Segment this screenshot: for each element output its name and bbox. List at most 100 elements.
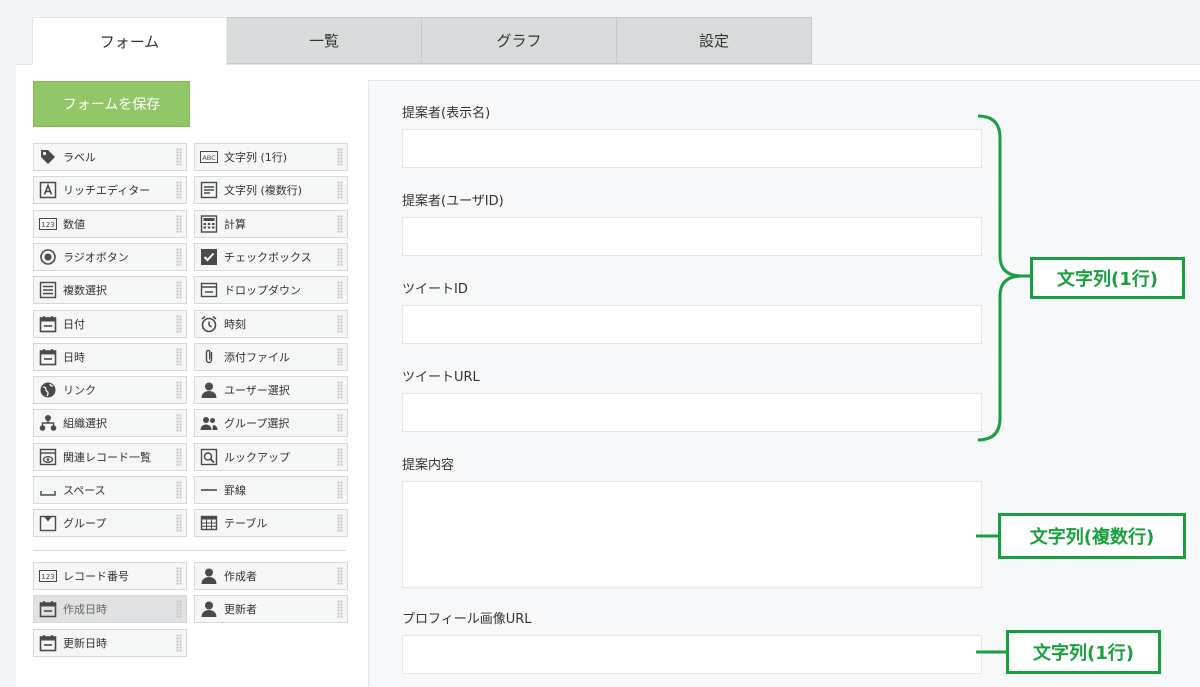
palette-item-left-1[interactable]: リッチエディター	[33, 176, 187, 205]
drag-handle-icon[interactable]	[337, 447, 343, 466]
users-icon	[200, 414, 218, 432]
drag-handle-icon[interactable]	[176, 600, 182, 619]
palette-item-label: 時刻	[224, 317, 246, 331]
field-input-proposer-id[interactable]	[402, 217, 982, 256]
field-label-proposer-name: 提案者(表示名)	[402, 106, 491, 121]
annotation-single-line-text: 文字列(1行)	[1030, 257, 1185, 299]
drag-handle-icon[interactable]	[337, 214, 343, 233]
field-input-tweet-url[interactable]	[402, 393, 982, 432]
paperclip-icon	[200, 348, 218, 366]
clock-icon	[200, 315, 218, 333]
org-icon	[39, 414, 57, 432]
palette-item-left-7[interactable]: リンク	[33, 376, 187, 405]
drag-handle-icon[interactable]	[176, 148, 182, 166]
tab-bar: フォーム 一覧 グラフ 設定	[32, 17, 812, 65]
drag-handle-icon[interactable]	[176, 181, 182, 200]
palette-item-right-9[interactable]: ルックアップ	[194, 442, 348, 471]
drag-handle-icon[interactable]	[176, 481, 182, 499]
tab-settings[interactable]: 設定	[617, 17, 812, 64]
palette-item-left-6[interactable]: 日時	[33, 342, 187, 371]
line-icon	[200, 481, 218, 499]
field-input-profile-image-url[interactable]	[402, 635, 982, 674]
drag-handle-icon[interactable]	[176, 314, 182, 333]
drag-handle-icon[interactable]	[337, 567, 343, 585]
palette-item-left-11[interactable]: グループ	[33, 509, 187, 538]
drag-handle-icon[interactable]	[176, 633, 182, 652]
number-icon: 123	[39, 567, 57, 585]
palette-item-system-left-1[interactable]: 作成日時	[33, 595, 187, 624]
space-icon	[39, 481, 57, 499]
palette-item-label: テーブル	[224, 517, 268, 531]
calendar-icon	[39, 348, 57, 366]
palette-item-label: 作成者	[224, 570, 257, 583]
tab-graph[interactable]: グラフ	[422, 17, 617, 64]
drag-handle-icon[interactable]	[176, 381, 182, 400]
field-input-tweet-id[interactable]	[402, 305, 982, 344]
drag-handle-icon[interactable]	[337, 314, 343, 333]
drag-handle-icon[interactable]	[337, 247, 343, 266]
palette-item-label: 文字列 (複数行)	[224, 184, 303, 198]
palette-item-right-10[interactable]: 罫線	[194, 476, 348, 504]
drag-handle-icon[interactable]	[337, 481, 343, 499]
palette-item-right-11[interactable]: テーブル	[194, 509, 348, 538]
palette-item-right-8[interactable]: グループ選択	[194, 409, 348, 438]
drag-handle-icon[interactable]	[176, 347, 182, 366]
drag-handle-icon[interactable]	[337, 148, 343, 166]
palette-item-right-5[interactable]: 時刻	[194, 309, 348, 338]
palette-item-left-4[interactable]: 複数選択	[33, 276, 187, 305]
palette-item-label: 日時	[63, 350, 85, 364]
palette-item-system-right-1[interactable]: 更新者	[194, 595, 348, 624]
palette-item-label: 文字列 (1行)	[224, 151, 288, 164]
palette-item-left-2[interactable]: 123 数値	[33, 209, 187, 238]
palette-item-system-left-2[interactable]: 更新日時	[33, 628, 187, 657]
palette-item-right-4[interactable]: ドロップダウン	[194, 276, 348, 305]
svg-text:ABC: ABC	[202, 154, 216, 162]
drag-handle-icon[interactable]	[337, 181, 343, 200]
radio-icon	[39, 248, 57, 266]
palette-item-right-7[interactable]: ユーザー選択	[194, 376, 348, 405]
drag-handle-icon[interactable]	[176, 414, 182, 433]
palette-item-right-0[interactable]: ABC 文字列 (1行)	[194, 143, 348, 171]
drag-handle-icon[interactable]	[337, 381, 343, 400]
drag-handle-icon[interactable]	[176, 214, 182, 233]
drag-handle-icon[interactable]	[176, 447, 182, 466]
field-textarea-proposal-content[interactable]	[402, 481, 982, 588]
palette-item-label: 計算	[224, 217, 246, 231]
palette-item-left-9[interactable]: 関連レコード一覧	[33, 442, 187, 471]
palette-item-right-3[interactable]: チェックボックス	[194, 242, 348, 271]
svg-text:123: 123	[41, 221, 54, 229]
drag-handle-icon[interactable]	[337, 347, 343, 366]
palette-item-left-3[interactable]: ラジオボタン	[33, 242, 187, 271]
palette-item-label: ラジオボタン	[63, 250, 129, 264]
palette-divider	[33, 550, 346, 551]
form-editor-panel: フォームを保存 提案者(表示名) 提案者(ユーザID) ツイートID ツイートU…	[16, 64, 1200, 687]
palette-item-left-8[interactable]: 組織選択	[33, 409, 187, 438]
field-input-proposer-name[interactable]	[402, 129, 982, 168]
number-icon: 123	[39, 215, 57, 233]
drag-handle-icon[interactable]	[176, 514, 182, 533]
drag-handle-icon[interactable]	[176, 567, 182, 585]
palette-item-left-10[interactable]: スペース	[33, 476, 187, 504]
drag-handle-icon[interactable]	[337, 514, 343, 533]
palette-item-left-5[interactable]: 日付	[33, 309, 187, 338]
palette-item-label: 作成日時	[63, 603, 107, 617]
lookup-icon	[200, 448, 218, 466]
user-icon	[200, 567, 218, 585]
palette-item-label: 更新者	[224, 603, 257, 617]
svg-text:123: 123	[41, 573, 54, 581]
tab-form[interactable]: フォーム	[32, 17, 227, 65]
palette-item-left-0[interactable]: ラベル	[33, 143, 187, 171]
drag-handle-icon[interactable]	[176, 247, 182, 266]
palette-item-right-2[interactable]: 計算	[194, 209, 348, 238]
drag-handle-icon[interactable]	[337, 281, 343, 300]
drag-handle-icon[interactable]	[337, 414, 343, 433]
palette-item-system-right-0[interactable]: 作成者	[194, 562, 348, 590]
palette-item-right-6[interactable]: 添付ファイル	[194, 342, 348, 371]
drag-handle-icon[interactable]	[337, 600, 343, 619]
tab-list[interactable]: 一覧	[227, 17, 422, 64]
dropdown-icon	[200, 281, 218, 299]
drag-handle-icon[interactable]	[176, 281, 182, 300]
palette-item-system-left-0[interactable]: 123 レコード番号	[33, 562, 187, 590]
palette-item-right-1[interactable]: 文字列 (複数行)	[194, 176, 348, 205]
save-form-button[interactable]: フォームを保存	[33, 81, 190, 127]
